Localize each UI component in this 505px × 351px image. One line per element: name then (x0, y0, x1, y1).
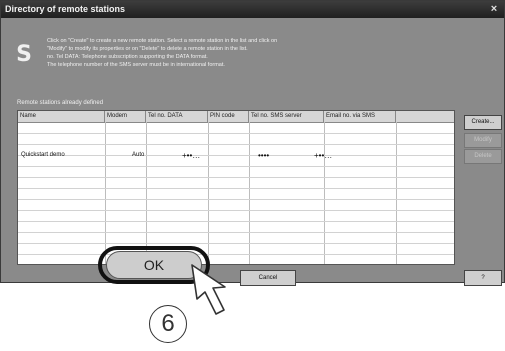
dialog-title: Directory of remote stations (5, 4, 126, 14)
row-divider (18, 155, 454, 156)
instruction-line: "Modify" to modify its properties or on … (47, 46, 248, 52)
instruction-line: The telephone number of the SMS server m… (47, 62, 225, 68)
column-header-email[interactable]: Email no. via SMS (324, 111, 396, 122)
cell-pin: •••• (258, 151, 270, 160)
row-divider (18, 210, 454, 211)
column-header-modem[interactable]: Modem (105, 111, 146, 122)
instructions-text: Click on "Create" to create a new remote… (47, 37, 407, 69)
column-header-pin[interactable]: PIN code (208, 111, 249, 122)
title-bar: Directory of remote stations × (1, 1, 504, 18)
row-divider (18, 254, 454, 255)
table-header: Name Modem Tel no. DATA PIN code Tel no.… (18, 111, 454, 123)
step-number-badge: 6 (149, 305, 187, 343)
column-header-sms-server[interactable]: Tel no. SMS server (249, 111, 324, 122)
cell-tel-data: +••… (182, 151, 201, 160)
help-button[interactable]: ? (464, 270, 502, 286)
row-divider (18, 133, 454, 134)
row-divider (18, 188, 454, 189)
remote-stations-dialog: Directory of remote stations × S Click o… (0, 0, 505, 286)
row-divider (18, 221, 454, 222)
create-button[interactable]: Create... (464, 115, 502, 130)
delete-button[interactable]: Delete (464, 149, 502, 164)
s-logo-icon: S (16, 42, 32, 67)
remote-stations-table[interactable]: Name Modem Tel no. DATA PIN code Tel no.… (17, 110, 455, 265)
column-header-tel-data[interactable]: Tel no. DATA (146, 111, 208, 122)
instruction-line: Click on "Create" to create a new remote… (47, 38, 278, 44)
modify-button[interactable]: Modify (464, 133, 502, 148)
row-divider (18, 177, 454, 178)
row-divider (18, 243, 454, 244)
cancel-button[interactable]: Cancel (240, 270, 296, 286)
cell-sms-server: +••… (314, 151, 333, 160)
row-divider (18, 199, 454, 200)
instruction-line: no. Tel DATA: Telephone subscription sup… (47, 54, 208, 60)
hand-pointer-icon (191, 264, 226, 315)
cell-name: Quickstart demo (21, 152, 65, 158)
column-header-name[interactable]: Name (18, 111, 105, 122)
row-divider (18, 166, 454, 167)
row-divider (18, 144, 454, 145)
close-icon[interactable]: × (488, 1, 500, 18)
row-divider (18, 232, 454, 233)
cell-modem: Auto (132, 152, 145, 158)
list-section-label: Remote stations already defined (17, 100, 104, 106)
